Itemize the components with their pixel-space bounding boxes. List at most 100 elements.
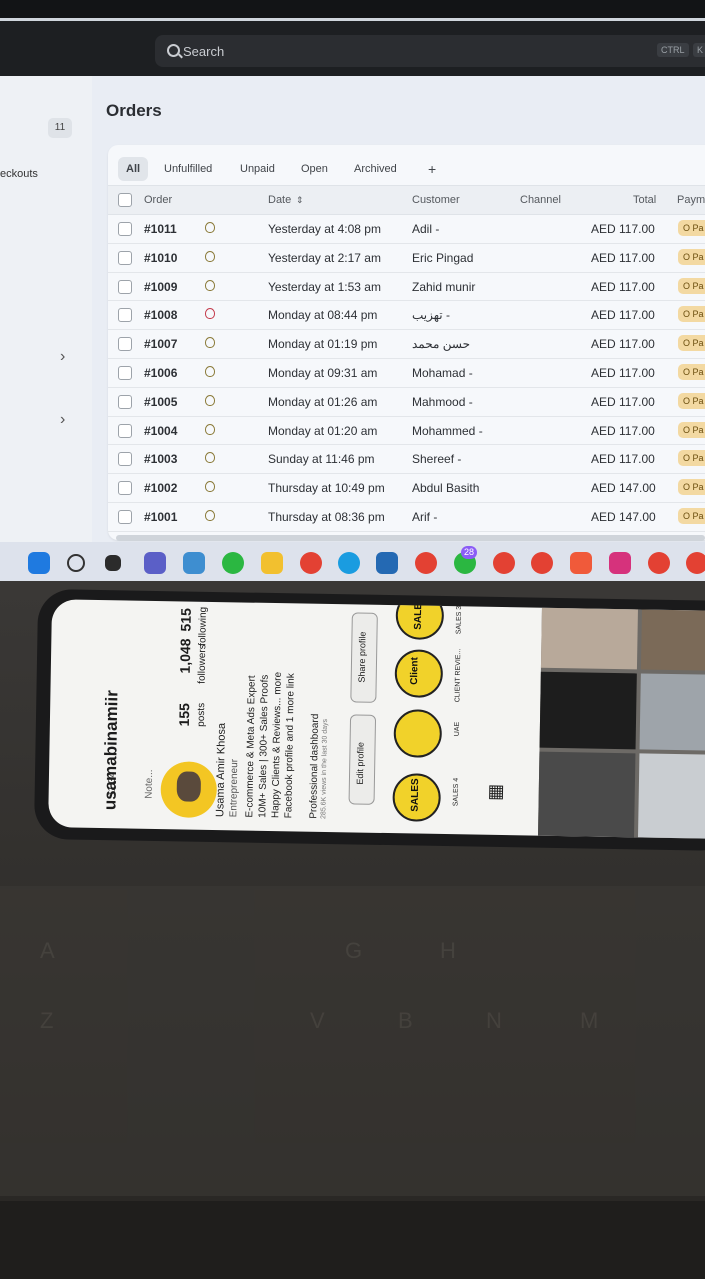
chevron-right-icon[interactable]: › — [60, 348, 65, 366]
table-row[interactable]: #1005 Monday at 01:26 am Mahmood - AED 117.… — [108, 387, 705, 417]
grid-tab-icon[interactable]: ▦ — [485, 784, 506, 801]
story-highlight[interactable]: Client — [394, 649, 444, 698]
table-row[interactable]: #1004 Monday at 01:20 am Mohammed - AED 117… — [108, 416, 705, 446]
chrome-icon[interactable] — [686, 552, 705, 574]
order-total: AED 147.00 — [591, 510, 656, 524]
order-number[interactable]: #1002 — [144, 481, 177, 495]
table-row[interactable]: #1001 Thursday at 08:36 pm Arif - AED 147.0… — [108, 502, 705, 532]
chevron-right-icon[interactable]: › — [60, 411, 65, 429]
search-icon[interactable] — [67, 554, 85, 572]
search-placeholder: Search — [183, 44, 225, 59]
header-payment[interactable]: Paym — [677, 194, 705, 206]
instagram-icon[interactable] — [609, 552, 631, 574]
table-row[interactable]: #1002 Thursday at 10:49 pm Abdul Basith AED… — [108, 473, 705, 503]
post-thumbnail[interactable] — [637, 753, 705, 840]
order-number[interactable]: #1003 — [144, 452, 177, 466]
table-row[interactable]: #1008 Monday at 08:44 pm تهزیب - AED 117.00… — [108, 300, 705, 331]
row-checkbox[interactable] — [118, 337, 132, 352]
order-number[interactable]: #1009 — [144, 280, 177, 294]
header-total[interactable]: Total — [633, 194, 656, 206]
order-number[interactable]: #1006 — [144, 366, 177, 380]
order-number[interactable]: #1005 — [144, 395, 177, 409]
sidebar-item-checkouts[interactable]: eckouts — [0, 168, 38, 180]
order-date: Monday at 01:20 am — [268, 423, 378, 438]
story-highlight[interactable]: SALES — [395, 599, 445, 640]
order-date: Yesterday at 4:08 pm — [268, 222, 381, 236]
row-checkbox[interactable] — [118, 452, 132, 467]
table-row[interactable]: #1003 Sunday at 11:46 pm Shereef - AED 117.… — [108, 444, 705, 475]
post-thumbnail[interactable] — [639, 673, 705, 752]
search-bar[interactable]: Search CTRL K — [155, 35, 705, 67]
copilot-icon[interactable] — [183, 552, 205, 574]
row-checkbox[interactable] — [118, 308, 132, 323]
sort-icon[interactable]: ⇕ — [296, 195, 304, 206]
chrome-icon[interactable] — [415, 552, 437, 574]
payment-status-badge: O Pa — [678, 392, 705, 409]
avatar[interactable] — [160, 761, 218, 819]
row-checkbox[interactable] — [118, 250, 132, 265]
bio-link[interactable]: Facebook profile and 1 more link — [283, 673, 297, 818]
story-highlight[interactable] — [393, 709, 443, 758]
row-checkbox[interactable] — [118, 222, 132, 236]
table-row[interactable]: #1007 Monday at 01:19 pm حسن محمد AED 117.0… — [108, 329, 705, 359]
following-count[interactable]: 515 — [178, 608, 194, 632]
row-checkbox[interactable] — [118, 423, 132, 438]
risk-icon — [205, 510, 215, 521]
table-row[interactable]: #1006 Monday at 09:31 am Mohamad - AED 117.… — [108, 358, 705, 388]
posts-count: 155 — [175, 702, 193, 727]
table-row[interactable]: #1010 Yesterday at 2:17 am Eric Pingad AED … — [108, 243, 705, 273]
row-checkbox[interactable] — [118, 366, 132, 380]
row-checkbox[interactable] — [118, 394, 132, 409]
horizontal-scrollbar[interactable] — [116, 535, 705, 541]
task-view-icon[interactable] — [105, 555, 121, 571]
post-thumbnail[interactable] — [539, 671, 637, 750]
tab-archived[interactable]: Archived — [346, 157, 405, 181]
select-all-checkbox[interactable] — [118, 193, 132, 207]
following-label[interactable]: following — [197, 607, 209, 646]
windows-start-icon[interactable] — [28, 552, 50, 574]
header-customer[interactable]: Customer — [412, 194, 460, 206]
row-checkbox[interactable] — [118, 279, 132, 294]
file-explorer-icon[interactable] — [261, 552, 283, 574]
shortcut-k: K — [693, 43, 705, 57]
header-channel[interactable]: Channel — [520, 194, 561, 206]
app-icon[interactable] — [570, 552, 592, 574]
chrome-icon[interactable] — [531, 552, 553, 574]
table-row[interactable]: #1009 Yesterday at 1:53 am Zahid munir AED … — [108, 272, 705, 302]
tab-open[interactable]: Open — [293, 157, 336, 181]
chrome-icon[interactable] — [493, 552, 515, 574]
post-thumbnail[interactable] — [640, 609, 705, 672]
header-date[interactable]: Date — [268, 194, 291, 206]
followers-label[interactable]: followers — [197, 644, 209, 684]
store-icon[interactable] — [376, 552, 398, 574]
order-number[interactable]: #1001 — [144, 510, 177, 524]
chrome-icon[interactable] — [300, 552, 322, 574]
header-order[interactable]: Order — [144, 194, 172, 206]
order-total: AED 117.00 — [591, 452, 655, 467]
post-thumbnail[interactable] — [540, 607, 638, 670]
tab-all[interactable]: All — [118, 157, 149, 181]
chrome-icon[interactable] — [648, 552, 670, 574]
post-thumbnail[interactable] — [538, 751, 636, 838]
order-number[interactable]: #1010 — [144, 251, 177, 265]
dashboard-title[interactable]: Professional dashboard — [308, 714, 321, 819]
table-row[interactable]: #1011 Yesterday at 4:08 pm Adil - AED 117.0… — [108, 214, 705, 244]
order-number[interactable]: #1007 — [144, 337, 177, 351]
whatsapp-icon[interactable] — [222, 552, 244, 574]
tab-unpaid[interactable]: Unpaid — [232, 157, 283, 181]
order-number[interactable]: #1008 — [144, 308, 177, 322]
risk-icon — [205, 366, 215, 377]
story-highlight[interactable]: SALES — [392, 773, 442, 822]
tab-unfulfilled[interactable]: Unfulfilled — [156, 157, 220, 181]
teams-icon[interactable] — [144, 552, 166, 574]
add-view-button[interactable]: + — [420, 157, 444, 181]
order-number[interactable]: #1004 — [144, 424, 177, 438]
laptop-keyboard: A Z G H V B N M — [0, 886, 705, 1196]
risk-icon — [205, 279, 215, 291]
order-number[interactable]: #1011 — [144, 222, 177, 236]
row-checkbox[interactable] — [118, 481, 132, 496]
note-bubble[interactable]: Note... — [144, 769, 156, 799]
edge-icon[interactable] — [338, 552, 360, 574]
row-checkbox[interactable] — [118, 510, 132, 524]
followers-count[interactable]: 1,048 — [177, 638, 194, 673]
